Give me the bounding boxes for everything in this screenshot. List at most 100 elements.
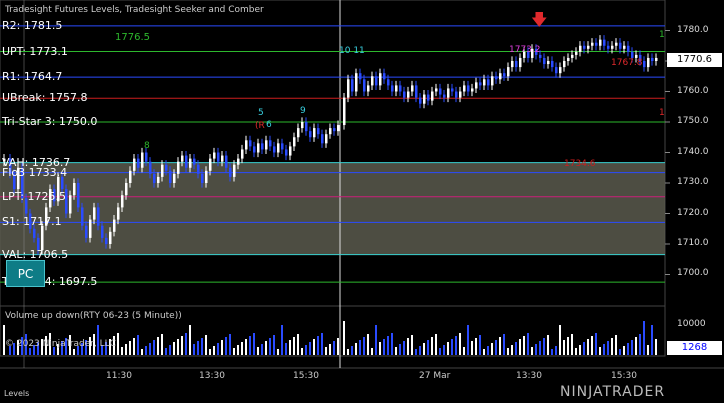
candle-body	[507, 67, 510, 77]
volume-bar	[467, 325, 469, 355]
pc-button[interactable]: PC	[6, 260, 45, 287]
candle-body	[599, 39, 602, 46]
candle-body	[137, 158, 140, 168]
candle-body	[313, 128, 316, 138]
candle-body	[539, 54, 542, 58]
candle-body	[343, 97, 346, 126]
candle-body	[375, 76, 378, 86]
candle-body	[317, 128, 320, 135]
volume-bar	[451, 339, 453, 355]
candle-body	[121, 195, 124, 208]
volume-bar	[225, 337, 227, 355]
candle-body	[265, 140, 268, 150]
volume-bar	[419, 346, 421, 355]
volume-bar	[547, 335, 549, 355]
candle-body	[363, 79, 366, 92]
volume-bar	[325, 347, 327, 355]
candle-body	[603, 39, 606, 46]
candle-body	[475, 82, 478, 89]
level-label-poc: Flo3 1733.4	[2, 165, 68, 179]
candle-body	[249, 140, 252, 147]
volume-bar	[643, 321, 645, 355]
volume-bar	[383, 339, 385, 355]
signal-num: 11	[353, 46, 365, 56]
volume-bar	[471, 341, 473, 355]
volume-bar	[551, 349, 553, 355]
candle-body	[555, 67, 558, 74]
volume-bar	[233, 348, 235, 355]
candle-body	[289, 146, 292, 156]
ninjatrader-logo: NINJATRADER	[560, 384, 666, 400]
y-tick: 1760.0	[677, 86, 709, 96]
level-label-s1: S1: 1717.1	[2, 215, 62, 229]
candle-body	[399, 85, 402, 92]
level-label-val: VAL: 1706.5	[2, 247, 69, 261]
candle-body	[61, 176, 64, 190]
volume-bar	[347, 349, 349, 355]
candle-body	[651, 57, 654, 61]
signal-label: 8	[144, 141, 150, 151]
candle-body	[73, 183, 76, 196]
volume-bar	[607, 341, 609, 355]
volume-bar	[435, 334, 437, 355]
y-tick: 1720.0	[677, 208, 709, 218]
volume-bar	[257, 347, 259, 355]
volume-bar	[459, 333, 461, 355]
levels-tab[interactable]: Levels	[4, 389, 29, 398]
x-tick: 11:30	[106, 371, 132, 381]
volume-bar	[177, 339, 179, 355]
volume-bar	[611, 338, 613, 355]
candle-body	[587, 45, 590, 49]
candle-body	[435, 88, 438, 92]
volume-bar	[499, 337, 501, 355]
volume-title: Volume up down(RTY 06-23 (5 Minute))	[5, 311, 182, 321]
volume-bar	[273, 335, 275, 355]
candle-body	[321, 134, 324, 144]
candle-body	[157, 176, 160, 183]
signal-label: 1767.8	[611, 58, 643, 68]
candle-body	[371, 76, 374, 86]
candle-body	[455, 91, 458, 98]
candle-body	[487, 79, 490, 86]
candle-body	[443, 94, 446, 98]
candle-body	[491, 76, 494, 86]
candle-body	[225, 155, 228, 168]
candle-body	[431, 91, 434, 101]
signal-label: 5	[258, 108, 264, 118]
volume-bar	[281, 325, 283, 355]
candle-body	[467, 85, 470, 92]
candle-body	[293, 137, 296, 147]
candle-body	[595, 42, 598, 46]
candle-body	[471, 88, 474, 92]
candle-body	[33, 228, 36, 238]
volume-bar	[555, 346, 557, 355]
candle-body	[141, 152, 144, 168]
candle-body	[623, 45, 626, 49]
y-tick: 1750.0	[677, 116, 709, 126]
candle-body	[189, 158, 192, 168]
candle-body	[551, 61, 554, 68]
candle-body	[575, 51, 578, 55]
current-price-tag: 1770.6	[667, 53, 722, 67]
candle-body	[611, 45, 614, 49]
x-tick: 13:30	[516, 371, 542, 381]
signal-label: 1	[659, 30, 665, 40]
candle-body	[423, 94, 426, 104]
candle-body	[415, 85, 418, 98]
candle-body	[511, 61, 514, 68]
volume-bar	[161, 334, 163, 355]
signal-label: (R	[255, 121, 265, 131]
candle-body	[153, 173, 156, 183]
candle-body	[169, 170, 172, 183]
volume-bar	[439, 348, 441, 355]
volume-bar	[241, 342, 243, 355]
volume-bar	[375, 325, 377, 355]
candle-body	[85, 225, 88, 238]
candle-body	[261, 143, 264, 150]
candle-body	[221, 155, 224, 162]
volume-bar	[463, 347, 465, 355]
volume-bar	[253, 333, 255, 355]
value-area-box	[0, 162, 665, 255]
candle-body	[543, 57, 546, 65]
x-tick: 13:30	[199, 371, 225, 381]
